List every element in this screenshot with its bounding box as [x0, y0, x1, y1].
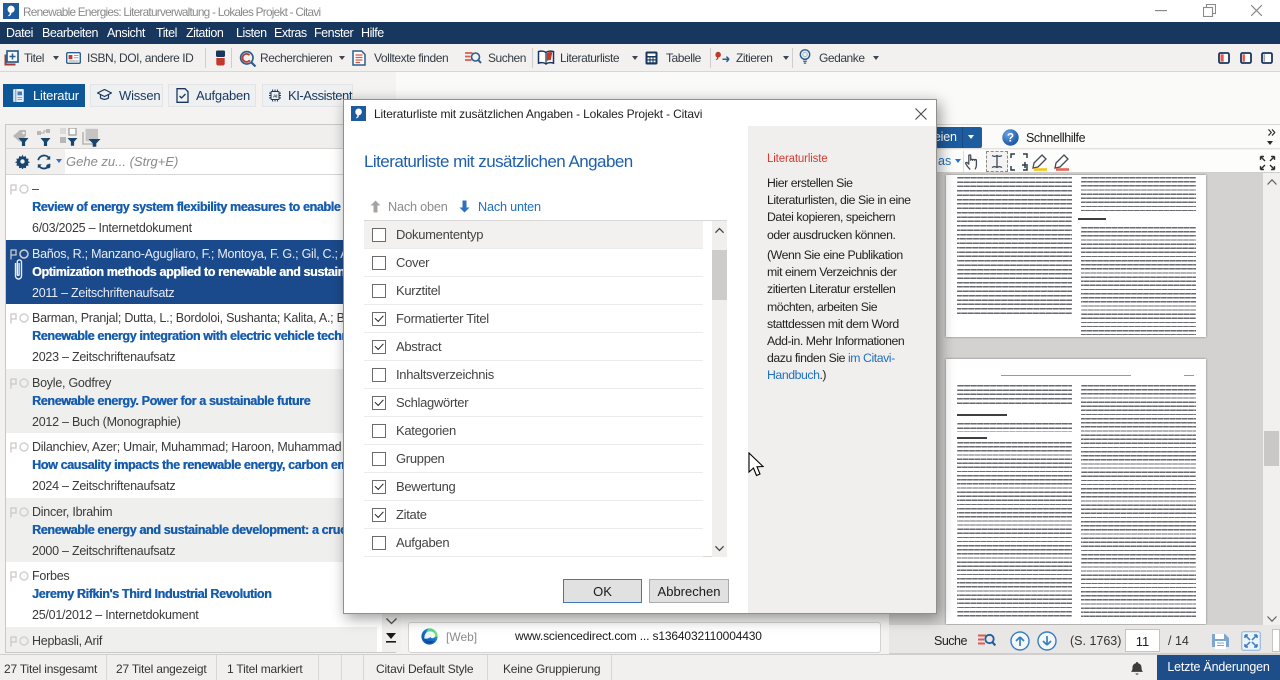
svg-text:?: ?: [1007, 133, 1014, 145]
svg-text:AI: AI: [273, 93, 278, 99]
